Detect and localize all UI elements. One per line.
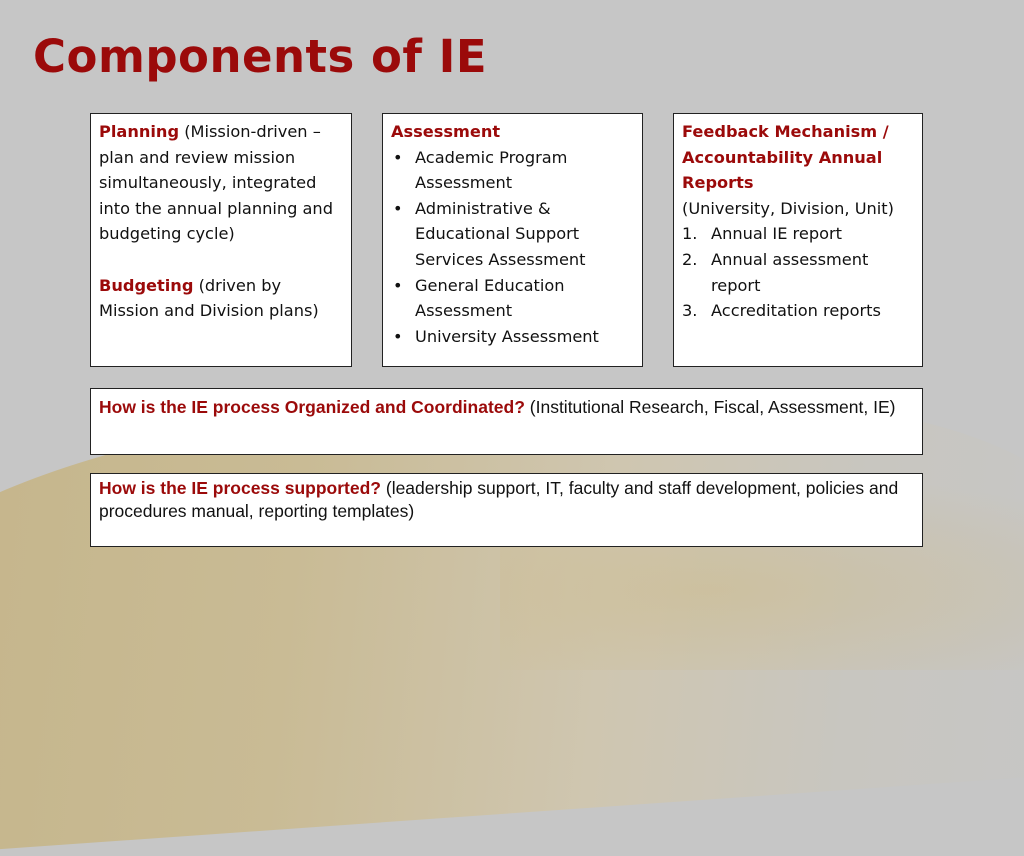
list-item: • General Education Assessment: [391, 273, 634, 324]
list-number: 1.: [682, 224, 698, 244]
planning-heading: Planning: [99, 122, 180, 141]
list-item: • University Assessment: [391, 324, 634, 350]
list-item-text: Administrative & Educational Support Ser…: [415, 198, 586, 269]
assessment-box: Assessment • Academic Program Assessment …: [382, 113, 643, 367]
list-item-text: Annual IE report: [711, 224, 843, 244]
list-item: 3. Accreditation reports: [682, 298, 914, 324]
organized-answer: (Institutional Research, Fiscal, Assessm…: [524, 397, 896, 417]
feedback-heading: Feedback Mechanism / Accountability Annu…: [682, 122, 889, 193]
assessment-list: • Academic Program Assessment • Administra…: [391, 145, 634, 350]
budgeting-heading: Budgeting: [99, 275, 194, 295]
feedback-subtext: (University, Division, Unit): [682, 198, 894, 218]
list-item: 2. Annual assessment report: [682, 247, 914, 298]
supported-question: How is the IE process supported?: [99, 478, 381, 498]
bullet-icon: •: [393, 275, 403, 295]
list-item-text: Annual assessment report: [711, 249, 869, 295]
bullet-icon: •: [393, 147, 403, 167]
list-number: 2.: [682, 249, 698, 269]
slide-title: Components of IE: [33, 30, 488, 83]
list-item-text: General Education Assessment: [415, 275, 565, 321]
feedback-box: Feedback Mechanism / Accountability Annu…: [673, 113, 923, 367]
list-item-text: Academic Program Assessment: [415, 147, 568, 193]
list-item: • Academic Program Assessment: [391, 145, 634, 196]
list-number: 3.: [682, 301, 698, 321]
list-item-text: Accreditation reports: [711, 301, 881, 321]
list-item: 1. Annual IE report: [682, 221, 914, 247]
planning-box: Planning (Mission-driven – plan and revi…: [90, 113, 352, 367]
organized-box: How is the IE process Organized and Coor…: [90, 388, 923, 455]
list-item: • Administrative & Educational Support Se…: [391, 196, 634, 273]
organized-question: How is the IE process Organized and Coor…: [99, 397, 525, 417]
bullet-icon: •: [393, 198, 403, 218]
feedback-list: 1. Annual IE report 2. Annual assessment r…: [682, 221, 914, 323]
bullet-icon: •: [393, 326, 403, 346]
supported-box: How is the IE process supported? (leader…: [90, 473, 923, 547]
list-item-text: University Assessment: [415, 326, 599, 346]
assessment-heading: Assessment: [391, 122, 501, 141]
